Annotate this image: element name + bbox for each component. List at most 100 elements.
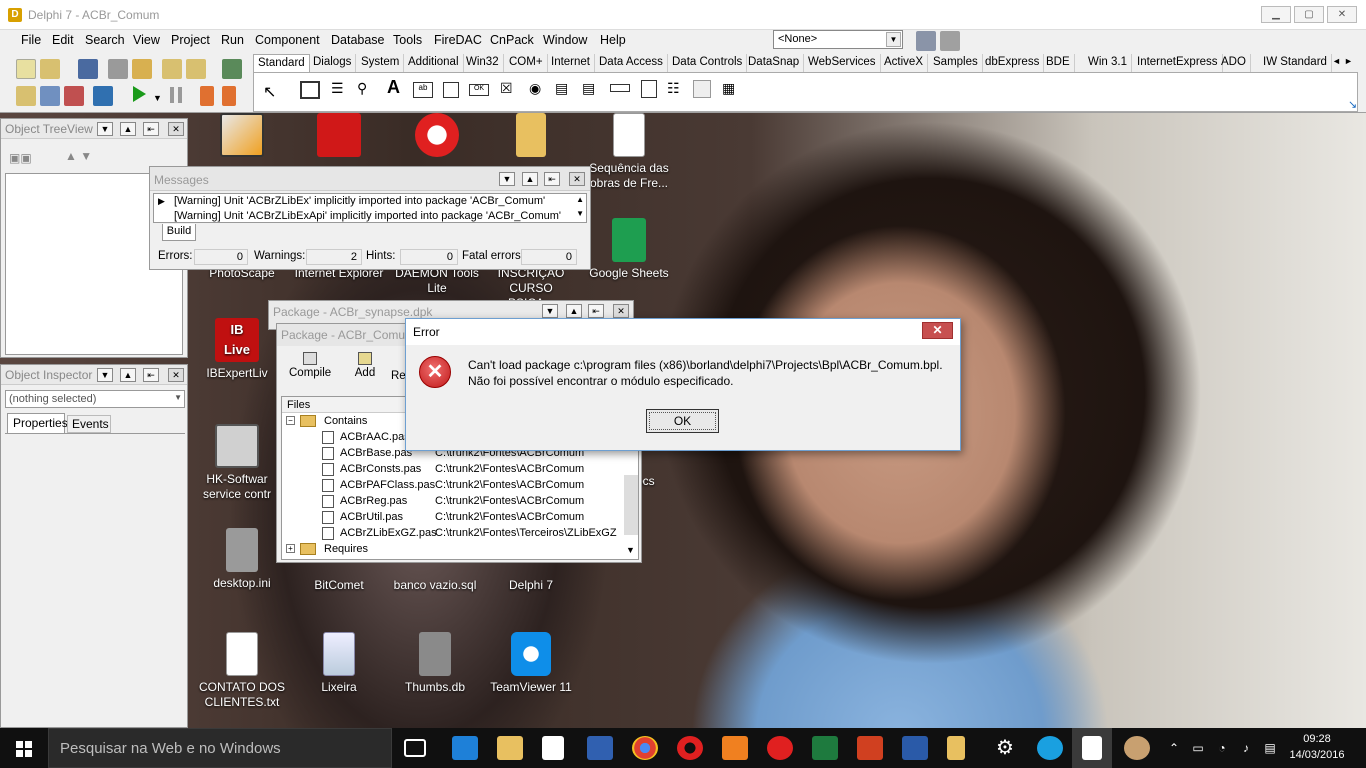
scroll-down-icon[interactable]: ▼	[626, 545, 635, 555]
chevron-down-icon[interactable]: ▼	[174, 393, 182, 402]
message-line[interactable]: [Warning] Unit 'ACBrZLibExApi' implicitl…	[174, 210, 561, 222]
palette-scroll-left-icon[interactable]: ◄	[1332, 56, 1341, 66]
inspector-pin-icon[interactable]: ⇤	[143, 368, 159, 382]
menu-edit[interactable]: Edit	[52, 33, 74, 47]
inspector-object-selector[interactable]: (nothing selected) ▼	[5, 390, 185, 408]
minimize-button[interactable]: ▁	[1261, 6, 1291, 23]
palette-tab-win32[interactable]: Win32	[462, 54, 504, 72]
desktop-icon-sequencia[interactable]: Sequência das obras de Fre...	[584, 113, 674, 191]
treeview-maximize-icon[interactable]: ▲	[120, 122, 136, 136]
frames-icon[interactable]	[300, 81, 320, 99]
file-explorer-icon[interactable]	[497, 736, 523, 760]
palette-tab-internet[interactable]: Internet	[547, 54, 595, 72]
notepad-icon[interactable]	[1082, 736, 1102, 760]
opera-icon[interactable]	[677, 736, 703, 760]
search-input[interactable]: Pesquisar na Web e no Windows	[48, 728, 392, 768]
inspector-close-icon[interactable]: ✕	[168, 368, 184, 382]
save-all-icon[interactable]	[108, 59, 128, 79]
panel-icon[interactable]	[693, 80, 711, 98]
desktop-icon-delphi7[interactable]: Delphi 7	[486, 578, 576, 593]
tab-properties[interactable]: Properties	[7, 413, 68, 433]
menu-tools[interactable]: Tools	[393, 33, 422, 47]
remove-button[interactable]: Re	[391, 370, 406, 382]
menu-database[interactable]: Database	[331, 33, 385, 47]
desktop-icon-bitcomet[interactable]: BitComet	[294, 578, 384, 593]
memo-icon[interactable]	[443, 82, 459, 98]
step-over-icon[interactable]	[222, 86, 236, 106]
inspector-maximize-icon[interactable]: ▲	[120, 368, 136, 382]
palette-tab-datasnap[interactable]: DataSnap	[744, 54, 805, 72]
help-icon[interactable]	[587, 736, 613, 760]
label-icon[interactable]: A	[387, 77, 400, 98]
desktop-icon-contato[interactable]: CONTATO DOS CLIENTES.txt	[197, 632, 287, 710]
combobox-icon[interactable]: ▤	[582, 80, 595, 97]
desktop-icon-desktop-ini[interactable]: desktop.ini	[197, 528, 287, 591]
palette-tab-data-access[interactable]: Data Access	[595, 54, 668, 72]
maximize-button[interactable]: ▢	[1294, 6, 1324, 23]
add-button[interactable]: Add	[351, 352, 379, 379]
messages-pin-icon[interactable]: ⇤	[544, 172, 560, 186]
bitcomet-icon[interactable]	[767, 736, 793, 760]
radio-button-icon[interactable]: ◉	[529, 80, 541, 97]
palette-tab-dbexpress[interactable]: dbExpress	[981, 54, 1045, 72]
inspector-dropdown-icon[interactable]: ▼	[97, 368, 113, 382]
menu-help[interactable]: Help	[600, 33, 626, 47]
pointer-icon[interactable]: ↖	[263, 82, 276, 102]
desktop-icon-lixeira[interactable]: Lixeira	[294, 632, 384, 695]
menu-view[interactable]: View	[133, 33, 160, 47]
messages-list[interactable]: ▶ [Warning] Unit 'ACBrZLibEx' implicitly…	[153, 193, 587, 223]
settings-gear-icon[interactable]: ⚙	[992, 736, 1018, 760]
messages-maximize-icon[interactable]: ▲	[522, 172, 538, 186]
toggle-form-unit-icon[interactable]	[64, 86, 84, 106]
menu-project[interactable]: Project	[171, 33, 210, 47]
help-contents-icon[interactable]	[222, 59, 242, 79]
palette-tab-activex[interactable]: ActiveX	[880, 54, 928, 72]
menu-component[interactable]: Component	[255, 33, 320, 47]
file-row[interactable]: ACBrPAFClass.pas C:\trunk2\Fontes\ACBrCo…	[322, 479, 638, 495]
tab-build[interactable]: Build	[162, 224, 196, 241]
menu-cnpack[interactable]: CnPack	[490, 33, 534, 47]
treeview-close-icon[interactable]: ✕	[168, 122, 184, 136]
palette-tab-dialogs[interactable]: Dialogs	[309, 54, 357, 72]
palette-tab-internetexpress[interactable]: InternetExpress	[1133, 54, 1223, 72]
button-icon[interactable]: OK	[469, 84, 489, 96]
palette-resize-icon[interactable]: ↘	[1348, 98, 1357, 111]
ok-button[interactable]: OK	[646, 409, 719, 433]
network-icon[interactable]: ▭	[1190, 740, 1206, 756]
main-menu-icon[interactable]: ☰	[331, 80, 344, 97]
run-icon[interactable]	[133, 86, 146, 102]
pause-icon[interactable]	[170, 87, 182, 103]
listbox-icon[interactable]: ▤	[555, 80, 568, 97]
close-button[interactable]: ✕	[1327, 6, 1357, 23]
package-synapse-maximize-icon[interactable]: ▲	[566, 304, 582, 318]
palette-tab-webservices[interactable]: WebServices	[804, 54, 881, 72]
volume-icon[interactable]: ♪	[1238, 740, 1254, 756]
scroll-up-icon[interactable]: ▲	[576, 195, 584, 204]
treeview-dropdown-icon[interactable]: ▼	[97, 122, 113, 136]
trace-into-icon[interactable]	[200, 86, 214, 106]
palette-tab-win31[interactable]: Win 3.1	[1084, 54, 1132, 72]
messages-close-icon[interactable]: ✕	[569, 172, 585, 186]
desktop-icon-daemon-top[interactable]	[392, 113, 482, 161]
desktop-icon-ie-top[interactable]	[294, 113, 384, 161]
file-row[interactable]: ACBrZLibExGZ.pas C:\trunk2\Fontes\Tercei…	[322, 527, 638, 543]
skype-icon[interactable]	[1037, 736, 1063, 760]
new-form-icon[interactable]	[93, 86, 113, 106]
scroll-down-icon[interactable]: ▼	[576, 209, 584, 218]
palette-tab-ado[interactable]: ADO	[1217, 54, 1251, 72]
wifi-icon[interactable]: ◔	[1214, 740, 1230, 756]
palette-tab-standard[interactable]: Standard	[253, 54, 310, 72]
chrome-icon[interactable]	[632, 736, 658, 760]
menu-window[interactable]: Window	[543, 33, 587, 47]
message-line[interactable]: [Warning] Unit 'ACBrZLibEx' implicitly i…	[174, 195, 545, 207]
menu-file[interactable]: File	[21, 33, 41, 47]
excel-icon[interactable]	[812, 736, 838, 760]
desktop-icon-folder-top[interactable]	[486, 113, 576, 161]
set-debug-desktop-icon[interactable]	[940, 31, 960, 51]
task-view-icon[interactable]	[404, 739, 426, 757]
view-form-icon[interactable]	[40, 86, 60, 106]
save-desktop-icon[interactable]	[916, 31, 936, 51]
taskbar-clock[interactable]: 09:28 14/03/2016	[1283, 731, 1351, 763]
edit-icon[interactable]: ab	[413, 82, 433, 98]
add-to-project-icon[interactable]	[162, 59, 182, 79]
